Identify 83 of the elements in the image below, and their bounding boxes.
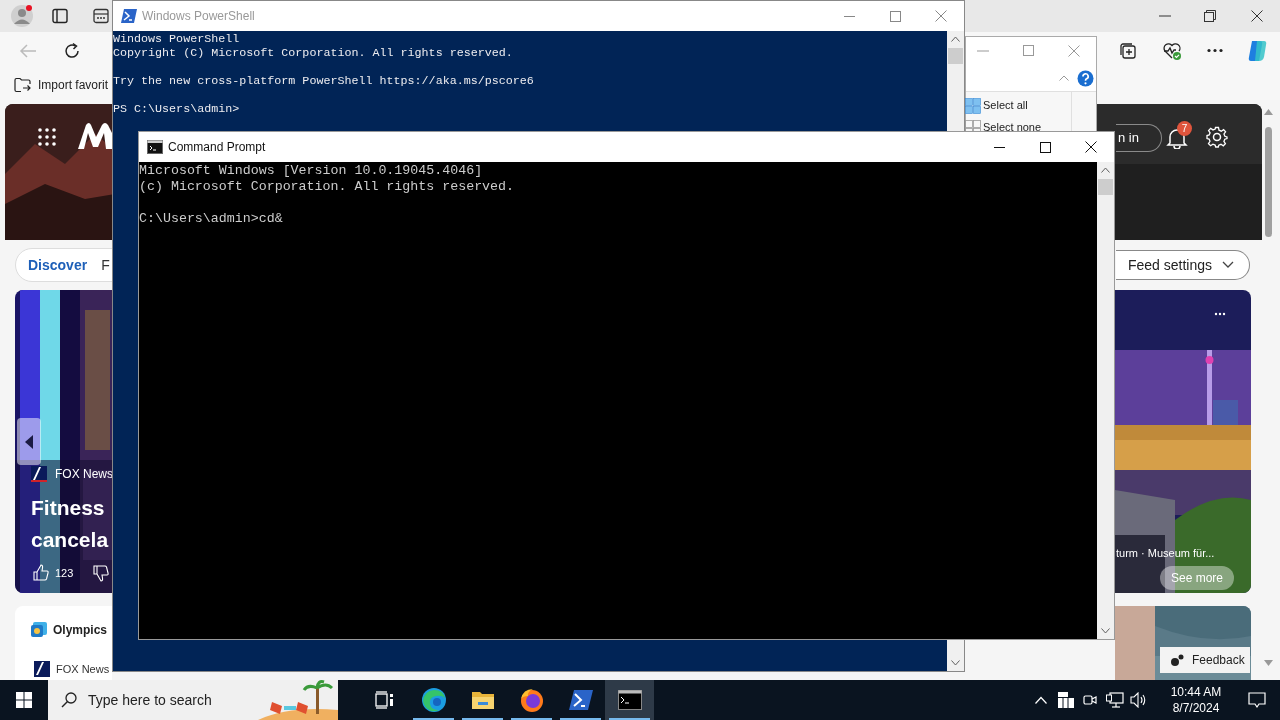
scroll-down-icon[interactable]	[1264, 660, 1273, 666]
scroll-up-icon[interactable]	[1101, 167, 1110, 173]
heart-pulse-icon[interactable]	[1162, 41, 1182, 61]
help-icon[interactable]	[1077, 70, 1094, 87]
volume-icon[interactable]	[1130, 692, 1148, 708]
select-all-icon	[965, 98, 981, 114]
notifications-icon[interactable]	[1248, 691, 1266, 709]
news-card[interactable]	[15, 606, 112, 680]
scrollbar-thumb[interactable]	[948, 48, 963, 64]
chevron-down-icon	[1222, 261, 1235, 269]
scroll-up-icon[interactable]	[1264, 109, 1273, 115]
scroll-down-icon[interactable]	[1101, 628, 1110, 634]
scrollbar-thumb[interactable]	[1265, 127, 1272, 237]
console-line: Microsoft Windows [Version 10.0.19045.4046]	[139, 163, 483, 179]
caret-left-icon	[25, 434, 33, 449]
scrollbar-thumb[interactable]	[1098, 179, 1113, 195]
tab-actions-icon[interactable]	[52, 8, 68, 24]
ribbon-command[interactable]: Select all	[983, 99, 1028, 112]
dislike-icon[interactable]	[93, 565, 109, 582]
search-box[interactable]: Type here to search	[48, 680, 338, 720]
firefox-icon	[518, 687, 545, 713]
settings-icon[interactable]	[1206, 126, 1228, 148]
clock-time: 10:44 AM	[1170, 684, 1222, 700]
previous-button[interactable]	[17, 418, 41, 465]
close-icon[interactable]	[1251, 10, 1263, 22]
scroll-up-icon[interactable]	[951, 36, 960, 42]
restore-icon[interactable]	[1204, 10, 1216, 22]
ribbon-command[interactable]: Select none	[983, 121, 1042, 134]
show-hidden-icons-icon[interactable]	[1035, 696, 1047, 704]
camera-icon[interactable]	[1082, 692, 1098, 708]
like-count: 123	[55, 567, 74, 580]
more-options-icon[interactable]	[1214, 312, 1226, 316]
image-caption: turm · Museum für...	[1116, 546, 1215, 560]
windows-logo-icon	[16, 692, 32, 708]
window-title: Command Prompt	[168, 139, 266, 156]
console-line: Copyright (C) Microsoft Corporation. All rights reserved.	[113, 46, 513, 60]
console-line: Windows PowerShell	[113, 32, 240, 46]
feedback-icon	[1170, 654, 1184, 666]
feed-settings-button[interactable]: Feed settings	[1116, 250, 1250, 280]
powershell-icon	[121, 9, 137, 23]
headline-line[interactable]: cancela	[31, 527, 109, 553]
console-line: C:\Users\admin>cd&	[139, 211, 283, 227]
profile-icon[interactable]	[10, 4, 34, 28]
clock-date: 8/7/2024	[1172, 700, 1220, 716]
taskbar-app-button[interactable]	[605, 680, 654, 720]
import-favorites-icon[interactable]	[14, 77, 31, 93]
command-prompt-icon	[617, 690, 642, 710]
more-icon[interactable]	[1207, 48, 1223, 53]
caret-up-icon[interactable]	[1059, 75, 1069, 81]
source-label: FOX News	[55, 467, 113, 481]
maximize-icon[interactable]	[1039, 141, 1051, 153]
tab-icon[interactable]	[93, 8, 109, 24]
command-prompt-icon	[147, 140, 163, 154]
search-input[interactable]: Type here to search	[88, 689, 248, 711]
card-title[interactable]: Olympics	[53, 623, 108, 638]
powershell-icon	[568, 690, 593, 710]
feed-tab[interactable]: Discover	[28, 254, 88, 276]
news-app-icon	[30, 621, 48, 638]
source-label: FOX News	[56, 662, 110, 676]
task-view-icon	[374, 691, 395, 709]
console-line: (c) Microsoft Corporation. All rights reserved.	[139, 179, 515, 195]
logo-icon[interactable]	[76, 121, 112, 151]
folder-icon	[470, 689, 495, 711]
close-icon[interactable]	[1085, 141, 1097, 153]
refresh-icon[interactable]	[63, 42, 81, 60]
feedback-button[interactable]: Feedback	[1160, 647, 1250, 673]
network-icon[interactable]	[1106, 692, 1124, 708]
favorites-bar-item[interactable]: Import favorit	[38, 78, 109, 92]
console-line: PS C:\Users\admin>	[113, 102, 240, 116]
window-title: Windows PowerShell	[142, 8, 255, 25]
source-logo-icon	[31, 466, 47, 482]
like-icon[interactable]	[33, 564, 49, 581]
console-line: Try the new cross-platform PowerShell https://aka.ms/pscore6	[113, 74, 534, 88]
source-logo-icon	[34, 661, 50, 677]
edge-icon	[420, 687, 447, 713]
feed-tab[interactable]: F	[101, 254, 110, 276]
headline-line[interactable]: Fitness	[31, 495, 105, 521]
keyboard-layout-icon[interactable]	[1058, 692, 1074, 708]
clock[interactable]: 10:44 AM 8/7/2024	[1158, 684, 1234, 716]
scroll-down-icon[interactable]	[951, 660, 960, 666]
search-icon	[61, 692, 77, 708]
apps-grid-icon[interactable]	[38, 128, 56, 146]
collections-icon[interactable]	[1119, 42, 1137, 60]
